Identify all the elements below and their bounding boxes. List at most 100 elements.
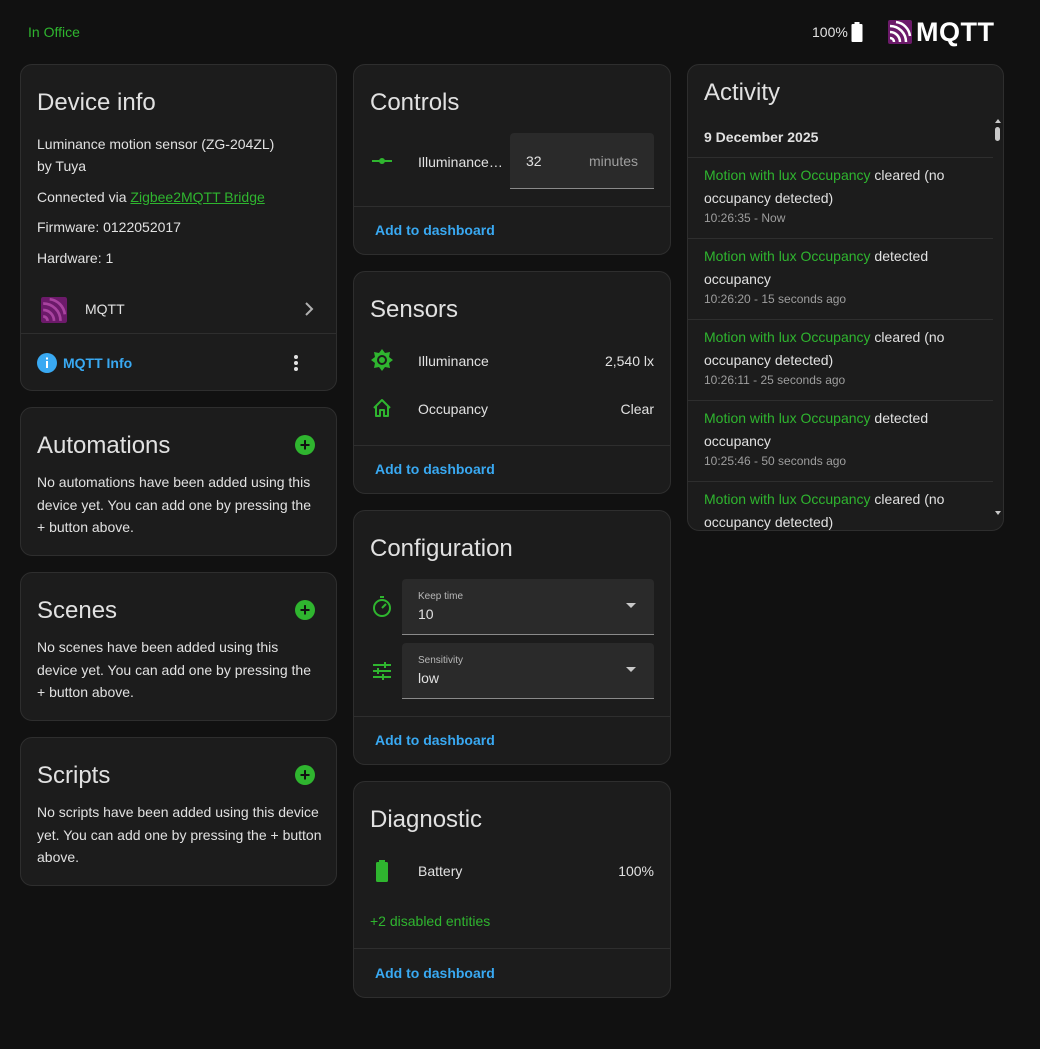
keep-time-select[interactable]: Keep time 10 (402, 579, 654, 635)
scenes-empty-text: No scenes have been added using this dev… (37, 639, 311, 700)
activity-entity-link[interactable]: Motion with lux Occupancy (704, 167, 871, 183)
number-input-value: 32 (526, 153, 542, 169)
configuration-add-to-dashboard[interactable]: Add to dashboard (375, 732, 495, 748)
connected-via-label: Connected via (37, 189, 131, 205)
activity-time: 10:26:35 - Now (704, 211, 786, 225)
occupancy-label: Occupancy (418, 401, 489, 417)
configuration-divider (354, 716, 670, 717)
info-icon (37, 353, 57, 373)
battery-percentage: 100% (812, 24, 848, 40)
activity-separator (688, 481, 993, 482)
activity-entry: Motion with lux Occupancy cleared (no oc… (704, 164, 992, 227)
controls-add-to-dashboard[interactable]: Add to dashboard (375, 222, 495, 238)
scroll-up-arrow-icon[interactable] (995, 119, 1001, 123)
connected-via: Connected via Zigbee2MQTT Bridge (37, 189, 265, 205)
add-script-button[interactable]: + (295, 765, 315, 785)
occupancy-value: Clear (620, 401, 654, 417)
controls-title: Controls (370, 89, 460, 116)
sensors-divider (354, 445, 670, 446)
home-outline-icon (370, 396, 394, 420)
controls-row-label: Illuminance… (418, 154, 503, 170)
mqtt-info-link[interactable]: MQTT Info (37, 352, 132, 374)
battery-full-icon (370, 859, 394, 883)
firmware-version: Firmware: 0122052017 (37, 219, 181, 235)
activity-title: Activity (704, 79, 781, 106)
more-options-icon[interactable] (293, 353, 299, 376)
activity-time: 10:26:11 - 25 seconds ago (704, 373, 846, 387)
keep-time-label: Keep time (418, 591, 464, 602)
diagnostic-card: Diagnostic Battery 100% +2 disabled enti… (353, 781, 671, 998)
disabled-entities-link[interactable]: +2 disabled entities (370, 913, 490, 929)
slider-icon (370, 149, 394, 173)
configuration-card: Configuration Keep time 10 Sensitivity l… (353, 510, 671, 765)
controls-divider (354, 206, 670, 207)
activity-separator (688, 157, 993, 158)
add-automation-button[interactable]: + (295, 435, 315, 455)
number-input-unit: minutes (588, 153, 638, 169)
activity-date: 9 December 2025 (704, 129, 819, 145)
scripts-empty-text: No scripts have been added using this de… (37, 804, 322, 865)
sensitivity-select[interactable]: Sensitivity low (402, 643, 654, 699)
activity-entity-link[interactable]: Motion with lux Occupancy (704, 410, 871, 426)
scrollbar-thumb[interactable] (995, 127, 1000, 141)
activity-entry: Motion with lux Occupancy detected occup… (704, 407, 992, 470)
battery-label: Battery (418, 863, 463, 879)
sensors-card: Sensors Illuminance 2,540 lx Occupancy C… (353, 271, 671, 494)
add-scene-button[interactable]: + (295, 600, 315, 620)
area-link[interactable]: In Office (28, 24, 80, 40)
scroll-down-arrow-icon[interactable] (995, 511, 1001, 515)
device-info-title: Device info (37, 89, 156, 116)
scenes-title: Scenes (37, 597, 118, 624)
battery-icon (851, 22, 863, 45)
configuration-title: Configuration (370, 535, 513, 562)
automations-card: Automations + No automations have been a… (20, 407, 337, 556)
activity-entry: Motion with lux Occupancy cleared (no oc… (704, 326, 992, 389)
timer-icon (370, 595, 394, 619)
hardware-version: Hardware: 1 (37, 250, 114, 266)
device-info-card: Device info Luminance motion sensor (ZG-… (20, 64, 337, 391)
illuminance-value: 2,540 lx (604, 353, 654, 369)
brightness-icon (370, 348, 394, 372)
sensitivity-value: low (418, 670, 440, 686)
dropdown-arrow-icon (626, 667, 636, 672)
tune-icon (370, 659, 394, 683)
integration-row[interactable]: MQTT (21, 287, 336, 333)
activity-entry: Motion with lux Occupancy detected occup… (704, 245, 992, 308)
brand-name: MQTT (916, 17, 995, 47)
device-model: Luminance motion sensor (ZG-204ZL) (37, 136, 275, 152)
sensors-add-to-dashboard[interactable]: Add to dashboard (375, 461, 495, 477)
diagnostic-add-to-dashboard[interactable]: Add to dashboard (375, 965, 495, 981)
activity-scrollbar[interactable] (994, 119, 1002, 523)
automations-empty-text: No automations have been added using thi… (37, 474, 311, 535)
scenes-card: Scenes + No scenes have been added using… (20, 572, 337, 721)
activity-entity-link[interactable]: Motion with lux Occupancy (704, 248, 871, 264)
integration-label: MQTT (85, 301, 125, 317)
activity-separator (688, 238, 993, 239)
activity-separator (688, 319, 993, 320)
activity-separator (688, 400, 993, 401)
mqtt-icon (41, 297, 67, 326)
keep-time-value: 10 (418, 606, 434, 622)
mqtt-info-label: MQTT Info (63, 355, 133, 371)
bridge-link[interactable]: Zigbee2MQTT Bridge (130, 189, 264, 205)
device-manufacturer: by Tuya (37, 158, 87, 174)
diagnostic-title: Diagnostic (370, 806, 483, 833)
controls-card: Controls Illuminance… 32 minutes Add to … (353, 64, 671, 255)
automations-title: Automations (37, 432, 171, 459)
illuminance-label: Illuminance (418, 353, 489, 369)
activity-entity-link[interactable]: Motion with lux Occupancy (704, 329, 871, 345)
activity-time: 10:26:20 - 15 seconds ago (704, 292, 847, 306)
sensors-title: Sensors (370, 296, 459, 323)
mqtt-logo-icon (888, 20, 912, 44)
keep-time-number-input[interactable]: 32 minutes (510, 133, 654, 189)
scripts-title: Scripts (37, 762, 111, 789)
chevron-right-icon (304, 301, 314, 320)
device-info-divider (21, 333, 336, 334)
scripts-card: Scripts + No scripts have been added usi… (20, 737, 337, 886)
diagnostic-divider (354, 948, 670, 949)
activity-time: 10:25:46 - 50 seconds ago (704, 454, 847, 468)
activity-entity-link[interactable]: Motion with lux Occupancy (704, 491, 871, 507)
top-bar: In Office 100% MQTT (0, 0, 1040, 64)
sensitivity-label: Sensitivity (418, 655, 464, 666)
mqtt-brand-logo: MQTT (888, 18, 994, 46)
